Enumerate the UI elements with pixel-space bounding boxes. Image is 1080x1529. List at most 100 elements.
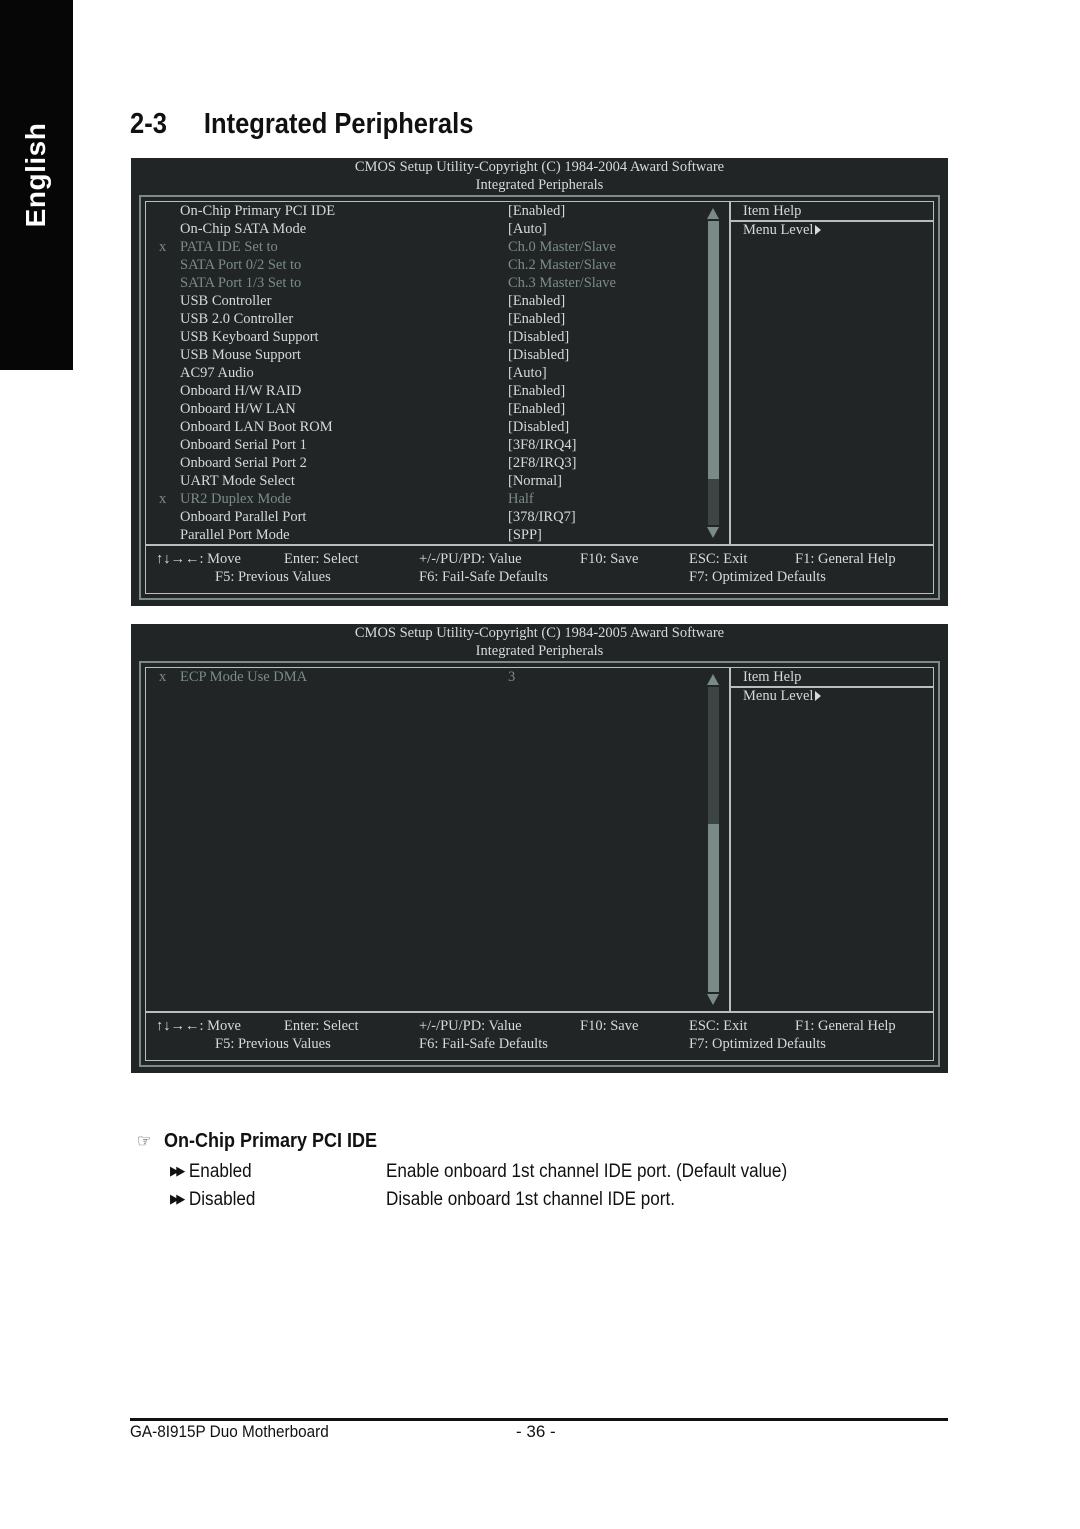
scroll-thumb[interactable] bbox=[708, 824, 719, 992]
setting-value[interactable]: [Enabled] bbox=[508, 202, 565, 220]
setting-value[interactable]: [Disabled] bbox=[508, 328, 569, 346]
keys-divider bbox=[146, 1011, 933, 1013]
scrollbar[interactable] bbox=[707, 674, 720, 1005]
setting-value[interactable]: [Disabled] bbox=[508, 346, 569, 364]
setting-label: USB Mouse Support bbox=[180, 347, 301, 363]
setting-row[interactable]: Onboard Parallel Port [378/IRQ7] bbox=[146, 508, 706, 526]
settings-list: On-Chip Primary PCI IDE [Enabled] On-Chip … bbox=[146, 202, 729, 544]
bios-page-title: Integrated Peripherals bbox=[475, 643, 604, 659]
menu-level: Menu Level bbox=[743, 221, 822, 239]
bios-copyright: CMOS Setup Utility-Copyright (C) 1984-20… bbox=[354, 625, 725, 641]
setting-value[interactable]: [378/IRQ7] bbox=[508, 508, 576, 526]
key-save: F10: Save bbox=[580, 1018, 639, 1034]
language-tab-label: English bbox=[20, 122, 51, 228]
footer-rule bbox=[130, 1418, 948, 1421]
setting-label: ECP Mode Use DMA bbox=[180, 669, 308, 685]
setting-label: USB 2.0 Controller bbox=[180, 311, 294, 327]
language-tab: English bbox=[0, 0, 73, 370]
setting-value: Ch.0 Master/Slave bbox=[508, 239, 616, 255]
setting-label: Onboard Serial Port 1 bbox=[180, 437, 307, 453]
section-title: 2-3 Integrated Peripherals bbox=[130, 108, 473, 141]
setting-row[interactable]: On-Chip Primary PCI IDE [Enabled] bbox=[146, 202, 706, 220]
setting-label: SATA Port 0/2 Set to bbox=[180, 257, 302, 273]
bios-inner-frame: On-Chip Primary PCI IDE [Enabled] On-Chip … bbox=[145, 201, 934, 594]
scroll-down-icon[interactable] bbox=[707, 994, 719, 1005]
item-help-panel: Item Help Menu Level bbox=[731, 202, 933, 544]
option-name-text: Enabled bbox=[188, 1161, 252, 1182]
scroll-track[interactable] bbox=[708, 687, 719, 992]
key-previous: F5: Previous Values bbox=[215, 569, 331, 585]
key-failsafe: F6: Fail-Safe Defaults bbox=[419, 569, 548, 585]
bios-screen: CMOS Setup Utility-Copyright (C) 1984-20… bbox=[131, 624, 948, 1073]
setting-row[interactable]: USB Mouse Support [Disabled] bbox=[146, 346, 706, 364]
double-arrow-icon: ▶▶ bbox=[170, 1163, 185, 1178]
menu-level-label: Menu Level bbox=[743, 222, 814, 238]
triangle-right-icon bbox=[815, 691, 822, 701]
setting-row: x ECP Mode Use DMA 3 bbox=[146, 668, 706, 686]
setting-label: USB Keyboard Support bbox=[180, 329, 319, 345]
scroll-up-icon[interactable] bbox=[707, 208, 719, 219]
scroll-thumb[interactable] bbox=[708, 221, 719, 480]
setting-row[interactable]: UART Mode Select [Normal] bbox=[146, 472, 706, 490]
setting-row[interactable]: Onboard H/W LAN [Enabled] bbox=[146, 400, 706, 418]
setting-row[interactable]: USB Controller [Enabled] bbox=[146, 292, 706, 310]
triangle-right-icon bbox=[815, 225, 822, 235]
setting-label: Onboard Parallel Port bbox=[180, 509, 307, 525]
setting-label: On-Chip SATA Mode bbox=[180, 221, 307, 237]
key-failsafe: F6: Fail-Safe Defaults bbox=[419, 1036, 548, 1052]
key-move: ↑↓→←: Move bbox=[156, 1018, 241, 1034]
key-exit: ESC: Exit bbox=[689, 551, 748, 567]
setting-row[interactable]: AC97 Audio [Auto] bbox=[146, 364, 706, 382]
section-name: Integrated Peripherals bbox=[203, 108, 474, 140]
setting-row[interactable]: USB Keyboard Support [Disabled] bbox=[146, 328, 706, 346]
setting-value[interactable]: [SPP] bbox=[508, 526, 542, 544]
item-help-title: Item Help bbox=[743, 669, 802, 685]
setting-value[interactable]: [Auto] bbox=[508, 220, 547, 238]
setting-row[interactable]: Onboard H/W RAID [Enabled] bbox=[146, 382, 706, 400]
setting-row: x UR2 Duplex Mode Half bbox=[146, 490, 706, 508]
setting-row[interactable]: USB 2.0 Controller [Enabled] bbox=[146, 310, 706, 328]
key-previous: F5: Previous Values bbox=[215, 1036, 331, 1052]
menu-level: Menu Level bbox=[743, 687, 822, 705]
setting-value[interactable]: [3F8/IRQ4] bbox=[508, 436, 576, 454]
keys-divider bbox=[146, 544, 933, 546]
scroll-up-icon[interactable] bbox=[707, 674, 719, 685]
setting-row[interactable]: Onboard Serial Port 2 [2F8/IRQ3] bbox=[146, 454, 706, 472]
setting-value[interactable]: [Disabled] bbox=[508, 418, 569, 436]
setting-label: USB Controller bbox=[180, 293, 272, 309]
disabled-mark: x bbox=[159, 239, 167, 255]
scroll-down-icon[interactable] bbox=[707, 527, 719, 538]
setting-label: On-Chip Primary PCI IDE bbox=[180, 203, 336, 219]
option-description: Enable onboard 1st channel IDE port. (De… bbox=[386, 1161, 788, 1182]
setting-row: x PATA IDE Set to Ch.0 Master/Slave bbox=[146, 238, 706, 256]
setting-value[interactable]: [2F8/IRQ3] bbox=[508, 454, 576, 472]
disabled-mark: x bbox=[159, 669, 167, 685]
setting-row[interactable]: Parallel Port Mode [SPP] bbox=[146, 526, 706, 544]
setting-label: Onboard H/W LAN bbox=[180, 401, 296, 417]
setting-row[interactable]: Onboard LAN Boot ROM [Disabled] bbox=[146, 418, 706, 436]
key-save: F10: Save bbox=[580, 551, 639, 567]
scrollbar[interactable] bbox=[707, 208, 720, 538]
key-exit: ESC: Exit bbox=[689, 1018, 748, 1034]
item-help-panel: Item Help Menu Level bbox=[731, 668, 933, 1011]
setting-row[interactable]: On-Chip SATA Mode [Auto] bbox=[146, 220, 706, 238]
setting-label: PATA IDE Set to bbox=[180, 239, 278, 255]
setting-value: Ch.3 Master/Slave bbox=[508, 275, 616, 291]
bios-copyright: CMOS Setup Utility-Copyright (C) 1984-20… bbox=[354, 159, 725, 175]
bios-page-title: Integrated Peripherals bbox=[475, 177, 604, 193]
bios-frame: On-Chip Primary PCI IDE [Enabled] On-Chip … bbox=[139, 195, 940, 600]
setting-value[interactable]: [Enabled] bbox=[508, 382, 565, 400]
setting-label: Onboard Serial Port 2 bbox=[180, 455, 307, 471]
setting-value[interactable]: [Enabled] bbox=[508, 310, 565, 328]
setting-value[interactable]: [Enabled] bbox=[508, 400, 565, 418]
setting-value[interactable]: [Auto] bbox=[508, 364, 547, 382]
key-move: ↑↓→←: Move bbox=[156, 551, 241, 567]
setting-row[interactable]: Onboard Serial Port 1 [3F8/IRQ4] bbox=[146, 436, 706, 454]
settings-list: x ECP Mode Use DMA 3 bbox=[146, 668, 729, 1011]
setting-label: SATA Port 1/3 Set to bbox=[180, 275, 302, 291]
setting-row: SATA Port 1/3 Set to Ch.3 Master/Slave bbox=[146, 274, 706, 292]
key-enter: Enter: Select bbox=[284, 1018, 359, 1034]
setting-value[interactable]: [Normal] bbox=[508, 472, 562, 490]
scroll-track[interactable] bbox=[708, 221, 719, 525]
setting-value[interactable]: [Enabled] bbox=[508, 292, 565, 310]
